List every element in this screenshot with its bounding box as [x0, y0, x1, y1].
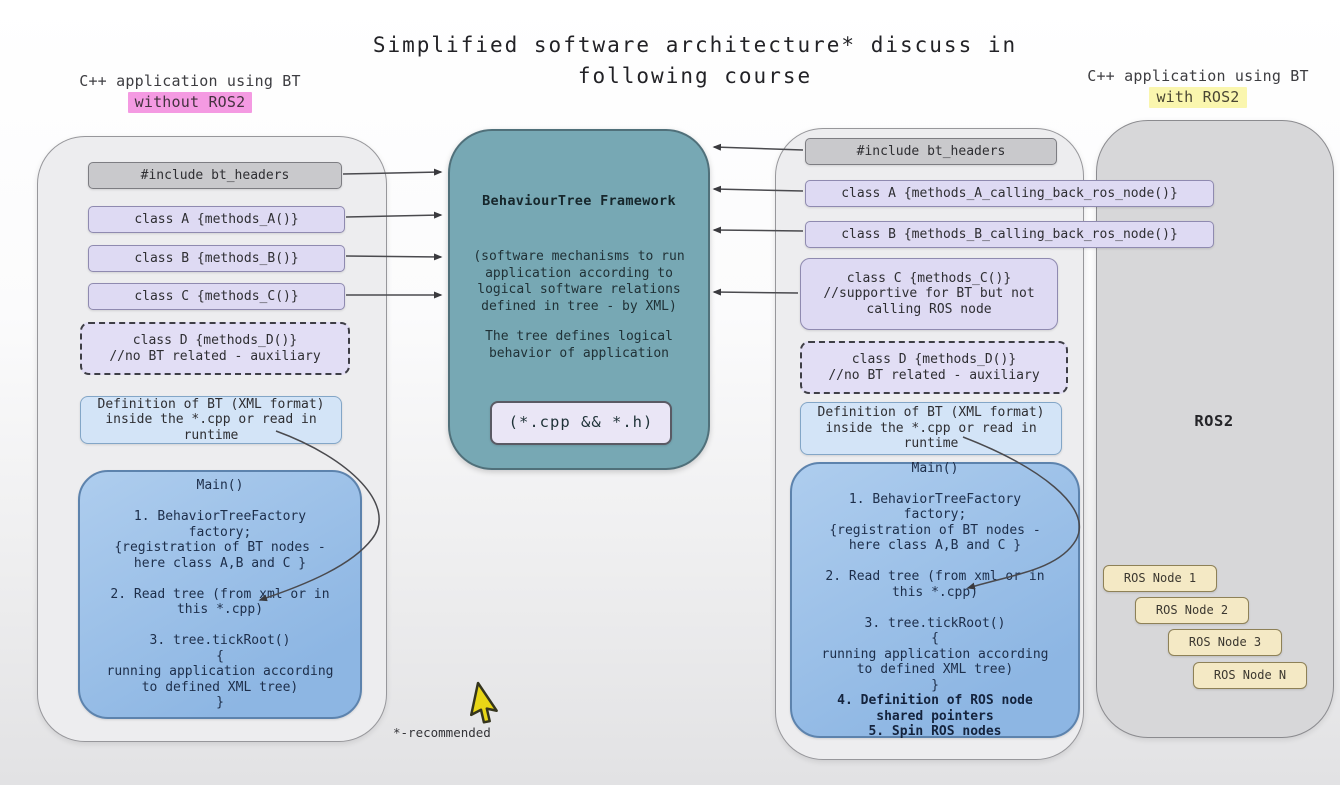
framework-description: (software mechanisms to run application … [450, 249, 708, 315]
diagram-canvas: Simplified software architecture* discus… [0, 0, 1340, 785]
right-main-box: Main() 1. BehaviorTreeFactory factory; {… [790, 462, 1080, 738]
diagram-title: Simplified software architecture* discus… [300, 30, 1090, 92]
right-column-header-line: C++ application using BT [1063, 66, 1333, 87]
right-class-a-box: class A {methods_A_calling_back_ros_node… [805, 180, 1214, 207]
right-main-ros-steps: 4. Definition of ROS node shared pointer… [837, 693, 1033, 740]
behaviourtree-framework-box: BehaviourTree Framework (software mechan… [448, 129, 710, 470]
left-main-box: Main() 1. BehaviorTreeFactory factory; {… [78, 470, 362, 719]
right-definition-box: Definition of BT (XML format) inside the… [800, 402, 1062, 455]
ros-node-1: ROS Node 1 [1103, 565, 1217, 592]
left-class-c-box: class C {methods_C()} [88, 283, 345, 310]
left-include-box: #include bt_headers [88, 162, 342, 189]
ros-node-2: ROS Node 2 [1135, 597, 1249, 624]
right-class-c-box: class C {methods_C()} //supportive for B… [800, 258, 1058, 330]
left-class-d-box: class D {methods_D()} //no BT related - … [80, 322, 350, 375]
left-column-header: C++ application using BT without ROS2 [50, 71, 330, 113]
right-class-d-box: class D {methods_D()} //no BT related - … [800, 341, 1068, 394]
right-main-text: Main() 1. BehaviorTreeFactory factory; {… [822, 461, 1049, 694]
right-class-b-box: class B {methods_B_calling_back_ros_node… [805, 221, 1214, 248]
framework-tree-note: The tree defines logical behavior of app… [450, 329, 708, 362]
ros-node-n: ROS Node N [1193, 662, 1307, 689]
left-column-highlight-without-ros2: without ROS2 [128, 92, 253, 113]
right-column-header: C++ application using BT with ROS2 [1063, 66, 1333, 108]
ros-node-3: ROS Node 3 [1168, 629, 1282, 656]
framework-title: BehaviourTree Framework [450, 193, 708, 209]
left-definition-box: Definition of BT (XML format) inside the… [80, 396, 342, 444]
ros2-label: ROS2 [1096, 412, 1332, 430]
right-column-highlight-with-ros2: with ROS2 [1149, 87, 1246, 108]
framework-files-box: (*.cpp && *.h) [490, 401, 672, 445]
left-class-a-box: class A {methods_A()} [88, 206, 345, 233]
recommended-footnote: *-recommended [393, 725, 491, 740]
left-class-b-box: class B {methods_B()} [88, 245, 345, 272]
mouse-cursor-icon [468, 680, 512, 726]
right-include-box: #include bt_headers [805, 138, 1057, 165]
left-column-header-line: C++ application using BT [50, 71, 330, 92]
